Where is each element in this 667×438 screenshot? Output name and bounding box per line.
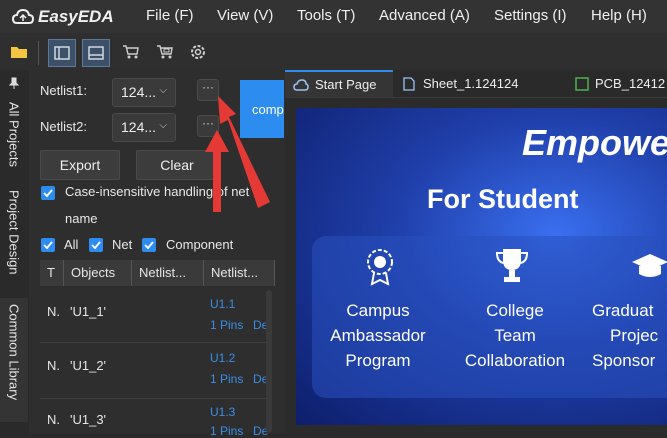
export-button[interactable]: Export [40,150,120,180]
table-scrollbar[interactable] [266,290,272,433]
left-panel-icon[interactable] [48,39,76,67]
order-icon[interactable] [152,39,178,65]
sidebar-tab-all-projects[interactable]: All Projects [0,96,28,182]
sidebar-tab-common-library[interactable]: Common Library [0,298,28,422]
menu-advanced[interactable]: Advanced (A) [379,7,470,24]
feature-line: Sponsor [592,351,656,370]
feature-line: College [486,301,544,320]
netlist1-label: Netlist1: [40,83,87,98]
row-ref-link[interactable]: U1.1 [210,297,235,311]
banner-headline: Empower [522,122,667,163]
row-type: N. [47,304,60,319]
menu-tools[interactable]: Tools (T) [297,7,355,24]
ambassador-icon [362,246,398,291]
sidebar-tab-project-design[interactable]: Project Design [0,184,28,290]
table-row[interactable]: N. 'U1_2' U1.2 1 Pins De [40,342,268,399]
checkmark-icon [43,241,53,250]
sidebar-tab-label: Common Library [6,304,22,401]
row-pins-link[interactable]: 1 Pins [210,372,243,386]
menu-file[interactable]: File (F) [146,7,194,24]
tab-label: Sheet_1.124124 [423,76,519,91]
row-ref-link[interactable]: U1.2 [210,351,235,365]
filter-all-label: All [64,237,79,252]
row-object: 'U1_2' [70,358,107,373]
column-header-objects[interactable]: Objects [64,260,132,286]
sidebar-tab-label: Project Design [6,190,22,275]
case-insensitive-label-cont: name [65,211,98,226]
cart-icon[interactable] [118,39,144,65]
app-logo: EasyEDA [12,7,114,27]
netlist1-value: 124... [121,84,157,100]
tab-sheet[interactable]: Sheet_1.124124 [395,70,550,97]
graduation-cap-icon [630,252,667,287]
pcb-icon [575,76,589,91]
netlist2-select[interactable]: 124... ⌵ [112,113,176,142]
feature-line: Team [494,326,536,345]
menu-bar: EasyEDA File (F) View (V) Tools (T) Adva… [0,0,667,33]
column-header-type[interactable]: T [40,260,64,286]
cloud-icon [293,78,309,91]
pin-icon[interactable] [8,76,20,89]
checkmark-icon [43,189,53,198]
feature-line: Ambassador [330,326,426,345]
gear-icon[interactable] [185,39,211,65]
column-header-netlist2[interactable]: Netlist... [204,260,275,286]
filter-net-label: Net [112,237,133,252]
case-insensitive-checkbox[interactable] [41,186,55,200]
toolbar-separator [38,41,39,65]
netlist2-value: 124... [121,119,157,135]
tab-label: PCB_12412 [595,76,666,91]
tab-pcb[interactable]: PCB_12412 [567,70,667,97]
bottom-panel-icon[interactable] [82,39,110,67]
chevron-down-icon: ⌵ [159,120,167,131]
row-object: 'U1_3' [70,412,107,427]
table-row[interactable]: N. 'U1_3' U1.3 1 Pins De [40,398,268,438]
logo-text: EasyEDA [38,6,114,26]
cloud-logo-icon [12,8,34,24]
tab-label: Start Page [315,77,377,92]
annotation-arrow-left [205,130,229,212]
row-type: N. [47,412,60,427]
feature-campus: Campus Ambassador Program [316,298,440,373]
table-row[interactable]: N. 'U1_1' U1.1 1 Pins De [40,286,268,343]
folder-icon[interactable] [6,39,32,65]
row-pins-link[interactable]: 1 Pins [210,318,243,332]
netlist1-select[interactable]: 124... ⌵ [112,78,176,107]
feature-line: Graduat [592,301,654,320]
row-object: 'U1_1' [70,304,107,319]
feature-line: Campus [346,301,410,320]
sidebar-tab-label: All Projects [6,102,22,168]
filter-component-label: Component [166,237,234,252]
banner-subtitle: For Student [427,184,579,214]
vertical-sidebar: All Projects Project Design Common Libra… [0,70,30,433]
start-page-banner[interactable]: Empower For Student Campus Ambassador Pr… [296,108,667,425]
toolbar [0,33,667,71]
row-ref-link[interactable]: U1.3 [210,405,235,419]
filter-component-checkbox[interactable] [142,238,156,252]
feature-line: Projec [610,326,659,345]
feature-line: Program [345,351,411,370]
menu-help[interactable]: Help (H) [591,7,647,24]
checkmark-icon [91,241,101,250]
annotation-arrows [205,96,270,212]
document-tabs: Start Page Sheet_1.124124 PCB_12412 [285,70,667,98]
checkmark-icon [144,241,154,250]
filter-all-checkbox[interactable] [41,238,55,252]
feature-college: College Team Collaboration [450,298,580,373]
tab-start-page[interactable]: Start Page [285,70,393,97]
chevron-down-icon: ⌵ [159,85,167,96]
netlist2-label: Netlist2: [40,119,87,134]
filter-net-checkbox[interactable] [89,238,103,252]
menu-settings[interactable]: Settings (I) [494,7,567,24]
row-pins-link[interactable]: 1 Pins [210,424,243,438]
trophy-icon [494,246,530,291]
document-icon [403,76,415,91]
row-type: N. [47,358,60,373]
menu-view[interactable]: View (V) [217,7,273,24]
feature-graduation: Graduat Projec Sponsor [592,298,667,373]
feature-line: Collaboration [464,351,566,370]
column-header-netlist1[interactable]: Netlist... [132,260,204,286]
